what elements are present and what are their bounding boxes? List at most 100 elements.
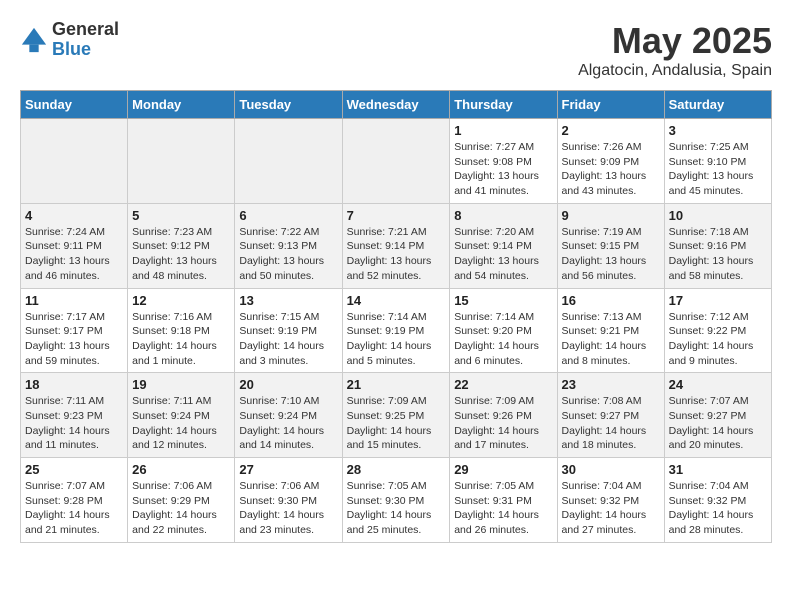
- day-number: 8: [454, 208, 552, 223]
- calendar-week-5: 25 Sunrise: 7:07 AM Sunset: 9:28 PM Dayli…: [21, 458, 772, 543]
- day-number: 30: [562, 462, 660, 477]
- calendar-cell: 2Sunrise: 7:26 AM Sunset: 9:09 PM Daylig…: [557, 119, 664, 204]
- calendar-cell: 10 Sunrise: 7:18 AM Sunset: 9:16 PM Dayli…: [664, 203, 771, 288]
- logo-blue: Blue: [52, 40, 119, 60]
- day-info: Sunrise: 7:14 AM Sunset: 9:20 PM Dayligh…: [454, 310, 552, 369]
- calendar-cell: 30Sunrise: 7:04 AM Sunset: 9:32 PM Dayli…: [557, 458, 664, 543]
- day-info: Sunrise: 7:24 AM Sunset: 9:11 PM Dayligh…: [25, 225, 123, 284]
- calendar-cell: 21 Sunrise: 7:09 AM Sunset: 9:25 PM Dayli…: [342, 373, 450, 458]
- day-info: Sunrise: 7:18 AM Sunset: 9:16 PM Dayligh…: [669, 225, 767, 284]
- day-number: 12: [132, 293, 230, 308]
- header-friday: Friday: [557, 91, 664, 119]
- day-info: Sunrise: 7:05 AM Sunset: 9:31 PM Dayligh…: [454, 479, 552, 538]
- day-info: Sunrise: 7:12 AM Sunset: 9:22 PM Dayligh…: [669, 310, 767, 369]
- calendar-cell: [235, 119, 342, 204]
- day-info: Sunrise: 7:13 AM Sunset: 9:21 PM Dayligh…: [562, 310, 660, 369]
- day-info: Sunrise: 7:23 AM Sunset: 9:12 PM Dayligh…: [132, 225, 230, 284]
- calendar-cell: 16Sunrise: 7:13 AM Sunset: 9:21 PM Dayli…: [557, 288, 664, 373]
- month-title: May 2025: [578, 20, 772, 62]
- day-info: Sunrise: 7:25 AM Sunset: 9:10 PM Dayligh…: [669, 140, 767, 199]
- calendar-cell: 18 Sunrise: 7:11 AM Sunset: 9:23 PM Dayli…: [21, 373, 128, 458]
- calendar-cell: 7Sunrise: 7:21 AM Sunset: 9:14 PM Daylig…: [342, 203, 450, 288]
- day-number: 26: [132, 462, 230, 477]
- calendar-cell: 23Sunrise: 7:08 AM Sunset: 9:27 PM Dayli…: [557, 373, 664, 458]
- day-number: 18: [25, 377, 123, 392]
- day-info: Sunrise: 7:14 AM Sunset: 9:19 PM Dayligh…: [347, 310, 446, 369]
- header-thursday: Thursday: [450, 91, 557, 119]
- calendar-cell: 17 Sunrise: 7:12 AM Sunset: 9:22 PM Dayli…: [664, 288, 771, 373]
- calendar-cell: 15 Sunrise: 7:14 AM Sunset: 9:20 PM Dayli…: [450, 288, 557, 373]
- day-number: 1: [454, 123, 552, 138]
- calendar-cell: 27Sunrise: 7:06 AM Sunset: 9:30 PM Dayli…: [235, 458, 342, 543]
- calendar-week-1: 1 Sunrise: 7:27 AM Sunset: 9:08 PM Daylig…: [21, 119, 772, 204]
- calendar-header-row: SundayMondayTuesdayWednesdayThursdayFrid…: [21, 91, 772, 119]
- day-number: 10: [669, 208, 767, 223]
- calendar-cell: 24Sunrise: 7:07 AM Sunset: 9:27 PM Dayli…: [664, 373, 771, 458]
- logo-text: General Blue: [52, 20, 119, 60]
- day-number: 21: [347, 377, 446, 392]
- calendar-cell: 6 Sunrise: 7:22 AM Sunset: 9:13 PM Daylig…: [235, 203, 342, 288]
- calendar-cell: 8 Sunrise: 7:20 AM Sunset: 9:14 PM Daylig…: [450, 203, 557, 288]
- header-monday: Monday: [128, 91, 235, 119]
- day-info: Sunrise: 7:20 AM Sunset: 9:14 PM Dayligh…: [454, 225, 552, 284]
- calendar-cell: 14Sunrise: 7:14 AM Sunset: 9:19 PM Dayli…: [342, 288, 450, 373]
- calendar-cell: 3 Sunrise: 7:25 AM Sunset: 9:10 PM Daylig…: [664, 119, 771, 204]
- calendar-cell: 1 Sunrise: 7:27 AM Sunset: 9:08 PM Daylig…: [450, 119, 557, 204]
- calendar-cell: 4 Sunrise: 7:24 AM Sunset: 9:11 PM Daylig…: [21, 203, 128, 288]
- calendar-week-3: 11 Sunrise: 7:17 AM Sunset: 9:17 PM Dayli…: [21, 288, 772, 373]
- day-info: Sunrise: 7:26 AM Sunset: 9:09 PM Dayligh…: [562, 140, 660, 199]
- calendar-cell: 31Sunrise: 7:04 AM Sunset: 9:32 PM Dayli…: [664, 458, 771, 543]
- day-info: Sunrise: 7:06 AM Sunset: 9:30 PM Dayligh…: [239, 479, 337, 538]
- calendar-cell: 11 Sunrise: 7:17 AM Sunset: 9:17 PM Dayli…: [21, 288, 128, 373]
- day-number: 15: [454, 293, 552, 308]
- calendar-cell: 12Sunrise: 7:16 AM Sunset: 9:18 PM Dayli…: [128, 288, 235, 373]
- header-sunday: Sunday: [21, 91, 128, 119]
- calendar-cell: 22 Sunrise: 7:09 AM Sunset: 9:26 PM Dayli…: [450, 373, 557, 458]
- day-number: 3: [669, 123, 767, 138]
- day-number: 11: [25, 293, 123, 308]
- calendar-week-4: 18 Sunrise: 7:11 AM Sunset: 9:23 PM Dayli…: [21, 373, 772, 458]
- calendar-cell: 29 Sunrise: 7:05 AM Sunset: 9:31 PM Dayli…: [450, 458, 557, 543]
- day-number: 20: [239, 377, 337, 392]
- location: Algatocin, Andalusia, Spain: [578, 62, 772, 80]
- day-info: Sunrise: 7:06 AM Sunset: 9:29 PM Dayligh…: [132, 479, 230, 538]
- calendar-cell: [342, 119, 450, 204]
- calendar-cell: 26 Sunrise: 7:06 AM Sunset: 9:29 PM Dayli…: [128, 458, 235, 543]
- calendar-cell: 20 Sunrise: 7:10 AM Sunset: 9:24 PM Dayli…: [235, 373, 342, 458]
- day-info: Sunrise: 7:15 AM Sunset: 9:19 PM Dayligh…: [239, 310, 337, 369]
- day-info: Sunrise: 7:09 AM Sunset: 9:26 PM Dayligh…: [454, 394, 552, 453]
- calendar-cell: 25 Sunrise: 7:07 AM Sunset: 9:28 PM Dayli…: [21, 458, 128, 543]
- calendar-cell: 13Sunrise: 7:15 AM Sunset: 9:19 PM Dayli…: [235, 288, 342, 373]
- day-number: 4: [25, 208, 123, 223]
- day-number: 31: [669, 462, 767, 477]
- calendar-cell: 28Sunrise: 7:05 AM Sunset: 9:30 PM Dayli…: [342, 458, 450, 543]
- calendar-cell: [128, 119, 235, 204]
- title-block: May 2025 Algatocin, Andalusia, Spain: [578, 20, 772, 80]
- day-number: 19: [132, 377, 230, 392]
- day-info: Sunrise: 7:27 AM Sunset: 9:08 PM Dayligh…: [454, 140, 552, 199]
- day-info: Sunrise: 7:11 AM Sunset: 9:23 PM Dayligh…: [25, 394, 123, 453]
- day-info: Sunrise: 7:07 AM Sunset: 9:28 PM Dayligh…: [25, 479, 123, 538]
- day-info: Sunrise: 7:21 AM Sunset: 9:14 PM Dayligh…: [347, 225, 446, 284]
- day-number: 17: [669, 293, 767, 308]
- day-number: 28: [347, 462, 446, 477]
- day-info: Sunrise: 7:19 AM Sunset: 9:15 PM Dayligh…: [562, 225, 660, 284]
- calendar-cell: 9 Sunrise: 7:19 AM Sunset: 9:15 PM Daylig…: [557, 203, 664, 288]
- logo: General Blue: [20, 20, 119, 60]
- day-number: 29: [454, 462, 552, 477]
- day-number: 9: [562, 208, 660, 223]
- calendar-cell: 19Sunrise: 7:11 AM Sunset: 9:24 PM Dayli…: [128, 373, 235, 458]
- day-number: 23: [562, 377, 660, 392]
- day-info: Sunrise: 7:09 AM Sunset: 9:25 PM Dayligh…: [347, 394, 446, 453]
- header-wednesday: Wednesday: [342, 91, 450, 119]
- page-header: General Blue May 2025 Algatocin, Andalus…: [20, 20, 772, 80]
- day-number: 25: [25, 462, 123, 477]
- day-info: Sunrise: 7:22 AM Sunset: 9:13 PM Dayligh…: [239, 225, 337, 284]
- day-info: Sunrise: 7:07 AM Sunset: 9:27 PM Dayligh…: [669, 394, 767, 453]
- day-info: Sunrise: 7:10 AM Sunset: 9:24 PM Dayligh…: [239, 394, 337, 453]
- day-number: 6: [239, 208, 337, 223]
- calendar-week-2: 4 Sunrise: 7:24 AM Sunset: 9:11 PM Daylig…: [21, 203, 772, 288]
- calendar-table: SundayMondayTuesdayWednesdayThursdayFrid…: [20, 90, 772, 543]
- day-number: 22: [454, 377, 552, 392]
- day-info: Sunrise: 7:17 AM Sunset: 9:17 PM Dayligh…: [25, 310, 123, 369]
